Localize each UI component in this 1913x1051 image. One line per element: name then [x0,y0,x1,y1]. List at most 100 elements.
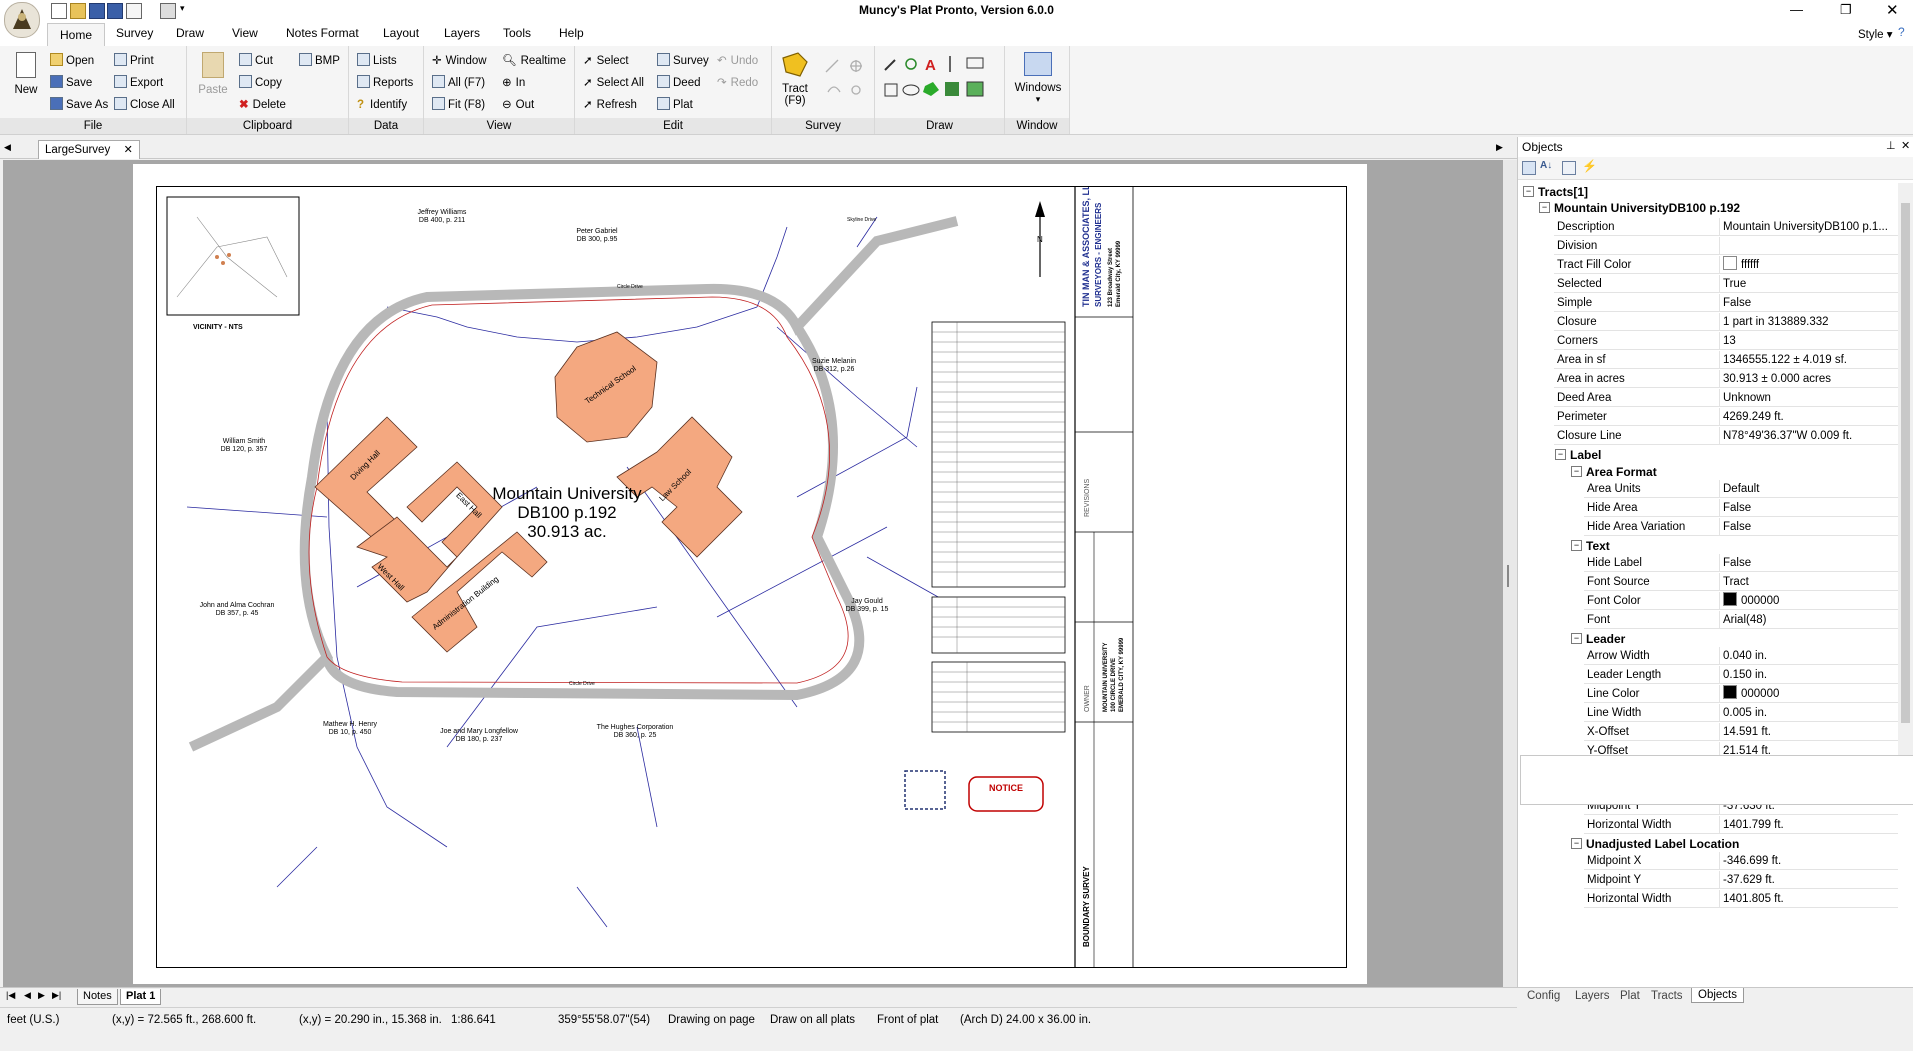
close-all-button[interactable]: Close All [114,96,175,114]
save-as-button[interactable]: Save As [50,96,108,114]
property-row[interactable]: Midpoint X -346.699 ft. [1518,852,1898,871]
property-row[interactable]: X-Offset 14.591 ft. [1518,723,1898,742]
property-value[interactable] [1720,237,1898,255]
property-row[interactable]: Area in acres 30.913 ± 0.000 acres [1518,370,1898,389]
property-row[interactable]: Horizontal Width 1401.799 ft. [1518,816,1898,835]
export-button[interactable]: Export [114,74,163,92]
property-value[interactable]: 1401.805 ft. [1720,890,1898,908]
tab-help[interactable]: Help [553,26,590,40]
minimize-icon[interactable]: — [1790,2,1803,17]
panel-tab-layers[interactable]: Layers [1575,990,1610,1002]
collapse-toggle-icon[interactable]: − [1555,449,1566,460]
scroll-left-icon[interactable]: ◀ [4,142,11,153]
property-value[interactable]: False [1720,554,1898,572]
identify-button[interactable]: ? Identify [357,96,407,114]
property-value[interactable]: 4269.249 ft. [1720,408,1898,426]
property-row[interactable]: Line Width 0.005 in. [1518,704,1898,723]
property-row[interactable]: Tract Fill Color ffffff [1518,256,1898,275]
deed-edit-button[interactable]: Deed [657,74,701,92]
first-sheet-icon[interactable]: |◀ [6,990,15,1001]
property-row[interactable]: Hide Label False [1518,554,1898,573]
zoom-all-button[interactable]: All (F7) [432,74,485,92]
categorized-view-icon[interactable] [1522,161,1536,175]
property-value[interactable]: N78°49'36.37"W 0.009 ft. [1720,427,1898,445]
property-row[interactable]: Line Color 000000 [1518,685,1898,704]
tract-button[interactable]: Tract (F9) [778,50,812,107]
new-button[interactable]: New [10,52,42,96]
tract-label-line3[interactable]: 30.913 ac. [527,522,606,541]
property-row[interactable]: Description Mountain UniversityDB100 p.1.… [1518,218,1898,237]
panel-tab-tracts[interactable]: Tracts [1651,990,1683,1002]
restore-icon[interactable]: ❐ [1840,2,1852,18]
property-row[interactable]: Arrow Width 0.040 in. [1518,647,1898,666]
panel-splitter-grip-icon[interactable] [1507,565,1509,587]
property-value[interactable]: Unknown [1720,389,1898,407]
property-value[interactable]: 13 [1720,332,1898,350]
property-value[interactable]: False [1720,499,1898,517]
plat-edit-button[interactable]: Plat [657,96,693,114]
app-logo-icon[interactable] [4,2,40,38]
panel-tab-objects[interactable]: Objects [1691,988,1744,1003]
windows-button[interactable]: Windows ▾ [1011,52,1065,105]
canvas-vertical-scrollbar[interactable] [1503,160,1517,987]
tab-draw[interactable]: Draw [170,26,210,40]
tab-layers[interactable]: Layers [438,26,486,40]
last-sheet-icon[interactable]: ▶| [52,990,61,1001]
panel-close-icon[interactable]: ✕ [1901,139,1910,152]
grid-scroll-thumb[interactable] [1901,203,1910,723]
panel-tab-config[interactable]: Config [1527,990,1560,1002]
property-row[interactable]: Font Source Tract [1518,573,1898,592]
property-value[interactable]: -346.699 ft. [1720,852,1898,870]
grid-vertical-scrollbar[interactable] [1898,183,1913,773]
property-value[interactable]: 1346555.122 ± 4.019 sf. [1720,351,1898,369]
survey-edit-button[interactable]: Survey [657,52,709,70]
sheet-tab-plat-1[interactable]: Plat 1 [120,989,162,1005]
zoom-in-button[interactable]: ⊕ In [502,74,525,92]
reports-button[interactable]: Reports [357,74,413,92]
property-row[interactable]: Deed Area Unknown [1518,389,1898,408]
tab-notes-format[interactable]: Notes Format [280,26,365,40]
tab-layout[interactable]: Layout [377,26,425,40]
lists-button[interactable]: Lists [357,52,397,70]
property-value[interactable]: Tract [1720,573,1898,591]
property-value[interactable]: 0.150 in. [1720,666,1898,684]
next-sheet-icon[interactable]: ▶ [38,990,45,1001]
sort-alpha-icon[interactable]: A↓ [1540,160,1552,171]
property-row[interactable]: Corners 13 [1518,332,1898,351]
undo-button[interactable]: ↶ Undo [717,52,758,70]
property-value[interactable]: 0.005 in. [1720,704,1898,722]
style-menu[interactable]: Style ▾ [1858,27,1893,41]
property-value[interactable]: False [1720,294,1898,312]
property-row[interactable]: Perimeter 4269.249 ft. [1518,408,1898,427]
property-row[interactable]: Division [1518,237,1898,256]
property-row[interactable]: Midpoint Y -37.629 ft. [1518,871,1898,890]
select-all-button[interactable]: ➚ Select All [583,74,644,92]
properties-icon[interactable] [1562,161,1576,175]
traverse-tools-icon[interactable] [822,54,868,100]
print-button[interactable]: Print [114,52,154,70]
tract-label-line1[interactable]: Mountain University [492,484,642,503]
pin-icon[interactable]: ⊥ [1886,139,1896,152]
property-row[interactable]: Horizontal Width 1401.805 ft. [1518,890,1898,909]
property-value[interactable]: 1 part in 313889.332 [1720,313,1898,331]
redo-button[interactable]: ↷ Redo [717,74,758,92]
property-row[interactable]: Area in sf 1346555.122 ± 4.019 sf. [1518,351,1898,370]
property-value[interactable]: Default [1720,480,1898,498]
sheet-tab-notes[interactable]: Notes [77,989,118,1005]
collapse-toggle-icon[interactable]: − [1571,540,1582,551]
property-row[interactable]: Area Units Default [1518,480,1898,499]
property-value[interactable]: True [1720,275,1898,293]
property-value[interactable]: 14.591 ft. [1720,723,1898,741]
paste-button[interactable]: Paste [197,52,229,96]
grid-tract-row[interactable]: − Mountain UniversityDB100 p.192 [1518,199,1898,218]
realtime-zoom-button[interactable]: 🔍︎ Realtime [502,52,566,70]
refresh-button[interactable]: ➚ Refresh [583,96,637,114]
property-value[interactable]: -37.629 ft. [1720,871,1898,889]
save-button[interactable]: Save [50,74,92,92]
tab-view[interactable]: View [226,26,264,40]
tab-survey[interactable]: Survey [110,26,159,40]
cut-button[interactable]: Cut [239,52,273,70]
property-row[interactable]: Closure Line N78°49'36.37"W 0.009 ft. [1518,427,1898,446]
property-row[interactable]: Closure 1 part in 313889.332 [1518,313,1898,332]
zoom-fit-button[interactable]: Fit (F8) [432,96,485,114]
